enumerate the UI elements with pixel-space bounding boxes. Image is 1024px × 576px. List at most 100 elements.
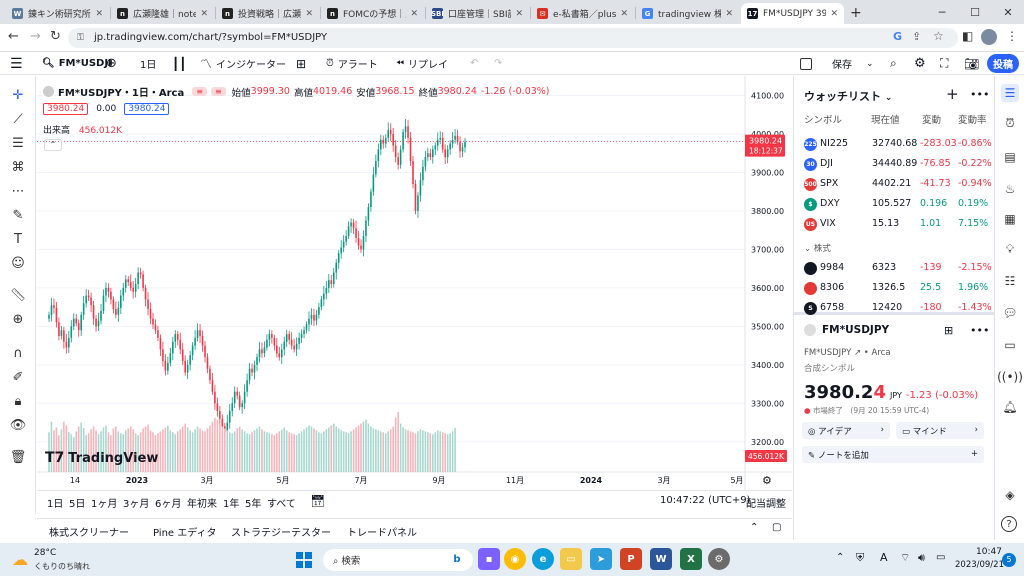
bid-box[interactable]: 3980.24 bbox=[43, 103, 89, 115]
wifi-icon[interactable]: ⌔ bbox=[900, 551, 910, 565]
ideas-button[interactable]: ◎ アイデア › bbox=[802, 422, 890, 439]
browser-tab[interactable]: n FOMCの予想｜広 ✕ bbox=[321, 3, 424, 24]
settings-gear-icon[interactable]: ⚙ bbox=[914, 52, 926, 75]
streams-icon[interactable]: ((•)) bbox=[997, 368, 1023, 386]
browser-tab[interactable]: ✉ e-私書箱／plus ✕ bbox=[531, 3, 634, 24]
bottom-tab[interactable]: 株式スクリーナー bbox=[49, 524, 129, 539]
hamburger-menu-icon[interactable]: ☰ bbox=[10, 52, 23, 75]
alert-button[interactable]: ⏰︎ アラート bbox=[326, 52, 378, 75]
clock-readout[interactable]: 10:47:22 (UTC+9) bbox=[660, 495, 750, 506]
save-menu-chevron-icon[interactable]: ⌄ bbox=[866, 52, 874, 75]
watchlist-row[interactable]: 30 DJI 34440.89 -76.85 -0.22% bbox=[794, 154, 995, 174]
range-button[interactable]: 1日 bbox=[47, 495, 63, 510]
range-button[interactable]: 年初来 bbox=[187, 495, 217, 510]
watchlist-row[interactable]: 225 NI225 32740.68 -283.03 -0.86% bbox=[794, 134, 995, 154]
watchlist-section[interactable]: ⌄ 株式 bbox=[804, 242, 831, 254]
publish-button[interactable]: 投稿 bbox=[987, 54, 1019, 73]
zoom-in-icon[interactable]: ⊕ bbox=[8, 310, 28, 328]
tab-close-icon[interactable]: ✕ bbox=[620, 9, 628, 19]
windows-start-icon[interactable] bbox=[296, 552, 312, 568]
redo-icon[interactable]: ↷ bbox=[494, 52, 502, 75]
hotlist-fire-icon[interactable]: ♨ bbox=[1001, 180, 1019, 198]
profile-avatar[interactable] bbox=[981, 29, 997, 45]
crosshair-icon[interactable]: ✛ bbox=[8, 86, 28, 104]
range-button[interactable]: 3ヶ月 bbox=[123, 495, 149, 510]
legend-compare-icon[interactable]: ≡ bbox=[210, 87, 226, 96]
layers-icon[interactable]: ◈ bbox=[1001, 486, 1019, 504]
maximize-button[interactable]: ☐ bbox=[958, 0, 992, 24]
replay-button[interactable]: ⏪︎ リプレイ bbox=[396, 52, 448, 75]
tab-close-icon[interactable]: ✕ bbox=[95, 9, 103, 19]
tab-close-icon[interactable]: ✕ bbox=[410, 9, 418, 19]
range-button[interactable]: 1ヶ月 bbox=[91, 495, 117, 510]
watchlist-row[interactable]: US VIX 15.13 1.01 7.15% bbox=[794, 214, 995, 234]
browser-tab[interactable]: 17 FM*USDJPY 3980✕ bbox=[741, 3, 844, 24]
undo-icon[interactable]: ↶ bbox=[470, 52, 478, 75]
tray-chevron-icon[interactable]: ⌃ bbox=[836, 552, 844, 563]
bottom-tab[interactable]: ストラテジーテスター bbox=[231, 524, 331, 539]
detail-sub-symbol[interactable]: FM*USDJPY bbox=[804, 348, 851, 358]
watchlist-row[interactable]: 8306 1326.5 25.5 1.96% bbox=[794, 278, 995, 298]
tab-close-icon[interactable]: ✕ bbox=[725, 9, 733, 19]
ruler-icon[interactable]: 📏︎ bbox=[8, 286, 28, 304]
browser-tab[interactable]: n 投資戦略｜広瀬 ✕ bbox=[216, 3, 319, 24]
quick-search-icon[interactable]: ⌕ bbox=[890, 52, 897, 75]
watchlist-row[interactable]: 9984 6323 -139 -2.15% bbox=[794, 258, 995, 278]
ideas-bulb-icon[interactable]: 💡︎ bbox=[1001, 240, 1019, 258]
tab-close-icon[interactable]: ✕ bbox=[830, 9, 838, 19]
text-tool-icon[interactable]: T bbox=[8, 230, 28, 248]
axis-settings-icon[interactable]: ⚙ bbox=[762, 474, 772, 487]
new-tab-button[interactable]: + bbox=[850, 5, 862, 21]
price-chart-svg[interactable]: 4100.004000.003900.003800.003700.003600.… bbox=[37, 76, 792, 490]
col-change-pct[interactable]: 変動率 bbox=[958, 112, 987, 126]
bing-icon[interactable]: b bbox=[448, 550, 466, 568]
detail-layout-icon[interactable]: ⊞ bbox=[944, 324, 953, 337]
edge-icon[interactable]: e bbox=[532, 548, 554, 570]
projection-icon[interactable]: ⋯ bbox=[8, 182, 28, 200]
powerpoint-icon[interactable]: P bbox=[620, 548, 642, 570]
fullscreen-icon[interactable]: ⛶ bbox=[940, 52, 948, 75]
col-change[interactable]: 変動 bbox=[922, 112, 941, 126]
browser-tab[interactable]: Gtradingview 株価✕ bbox=[636, 3, 739, 24]
bottom-tab[interactable]: Pine エディタ bbox=[153, 524, 217, 539]
back-icon[interactable]: ← bbox=[8, 29, 19, 44]
google-icon[interactable]: G bbox=[893, 30, 902, 43]
add-symbol-plus-icon[interactable]: + bbox=[946, 85, 959, 103]
trash-icon[interactable]: 🗑︎ bbox=[8, 448, 28, 466]
fib-lines-icon[interactable]: ☰ bbox=[8, 134, 28, 152]
lock-drawings-icon[interactable]: 🔒︎ bbox=[8, 392, 28, 410]
tray-app-icon[interactable]: ⛨ bbox=[856, 551, 864, 565]
tab-close-icon[interactable]: ✕ bbox=[200, 9, 208, 19]
collapse-legend-icon[interactable]: ⌃ bbox=[44, 139, 62, 151]
col-last[interactable]: 現在値 bbox=[871, 112, 900, 126]
layout-toggle-icon[interactable] bbox=[800, 58, 812, 70]
forward-icon[interactable]: → bbox=[30, 29, 41, 44]
weather-icon[interactable]: ☁ bbox=[12, 550, 28, 569]
dividend-adjust-toggle[interactable]: 配当調整 bbox=[746, 495, 786, 510]
alerts-clock-icon[interactable]: ⏰︎ bbox=[1001, 114, 1019, 132]
minds-button[interactable]: ▭ マインド › bbox=[896, 422, 984, 439]
excel-icon[interactable]: X bbox=[680, 548, 702, 570]
eye-icon[interactable]: 👁︎ bbox=[8, 416, 28, 434]
sidepanel-icon[interactable]: ◧ bbox=[962, 29, 973, 43]
ask-box[interactable]: 3980.24 bbox=[124, 103, 170, 115]
indicators-button[interactable]: 〽 インジケーター bbox=[200, 52, 286, 75]
add-symbol-icon[interactable]: ⊕ bbox=[106, 52, 117, 75]
watchlist-row[interactable]: 500 SPX 4402.21 -41.73 -0.94% bbox=[794, 174, 995, 194]
minds-bubble-icon[interactable]: ▭ bbox=[1001, 336, 1019, 354]
notifications-bell-icon[interactable]: 🔔︎ bbox=[1001, 398, 1019, 416]
browser-menu-icon[interactable]: ⋮ bbox=[1006, 29, 1018, 43]
watchlist-row[interactable]: S 6758 12420 -180 -1.43% bbox=[794, 298, 995, 318]
emoji-icon[interactable]: ☺ bbox=[8, 254, 28, 272]
close-window-button[interactable]: ✕ bbox=[991, 0, 1024, 24]
news-icon[interactable]: ☷ bbox=[1001, 272, 1019, 290]
watchlist-title[interactable]: ウォッチリスト ⌄ bbox=[804, 88, 892, 104]
settings-app-icon[interactable]: ⚙ bbox=[708, 548, 730, 570]
speaker-icon[interactable]: 🔊︎ bbox=[918, 551, 925, 565]
app-paper-plane-icon[interactable]: ➤ bbox=[590, 548, 612, 570]
symbol-search-button[interactable]: 🔍︎ FM*USDJI bbox=[42, 52, 112, 75]
magnet-icon[interactable]: ∩ bbox=[8, 344, 28, 362]
bottom-tab[interactable]: トレードパネル bbox=[347, 524, 417, 539]
chat-icon[interactable]: 💬︎ bbox=[1001, 304, 1019, 322]
data-window-icon[interactable]: ▤ bbox=[1001, 148, 1019, 166]
